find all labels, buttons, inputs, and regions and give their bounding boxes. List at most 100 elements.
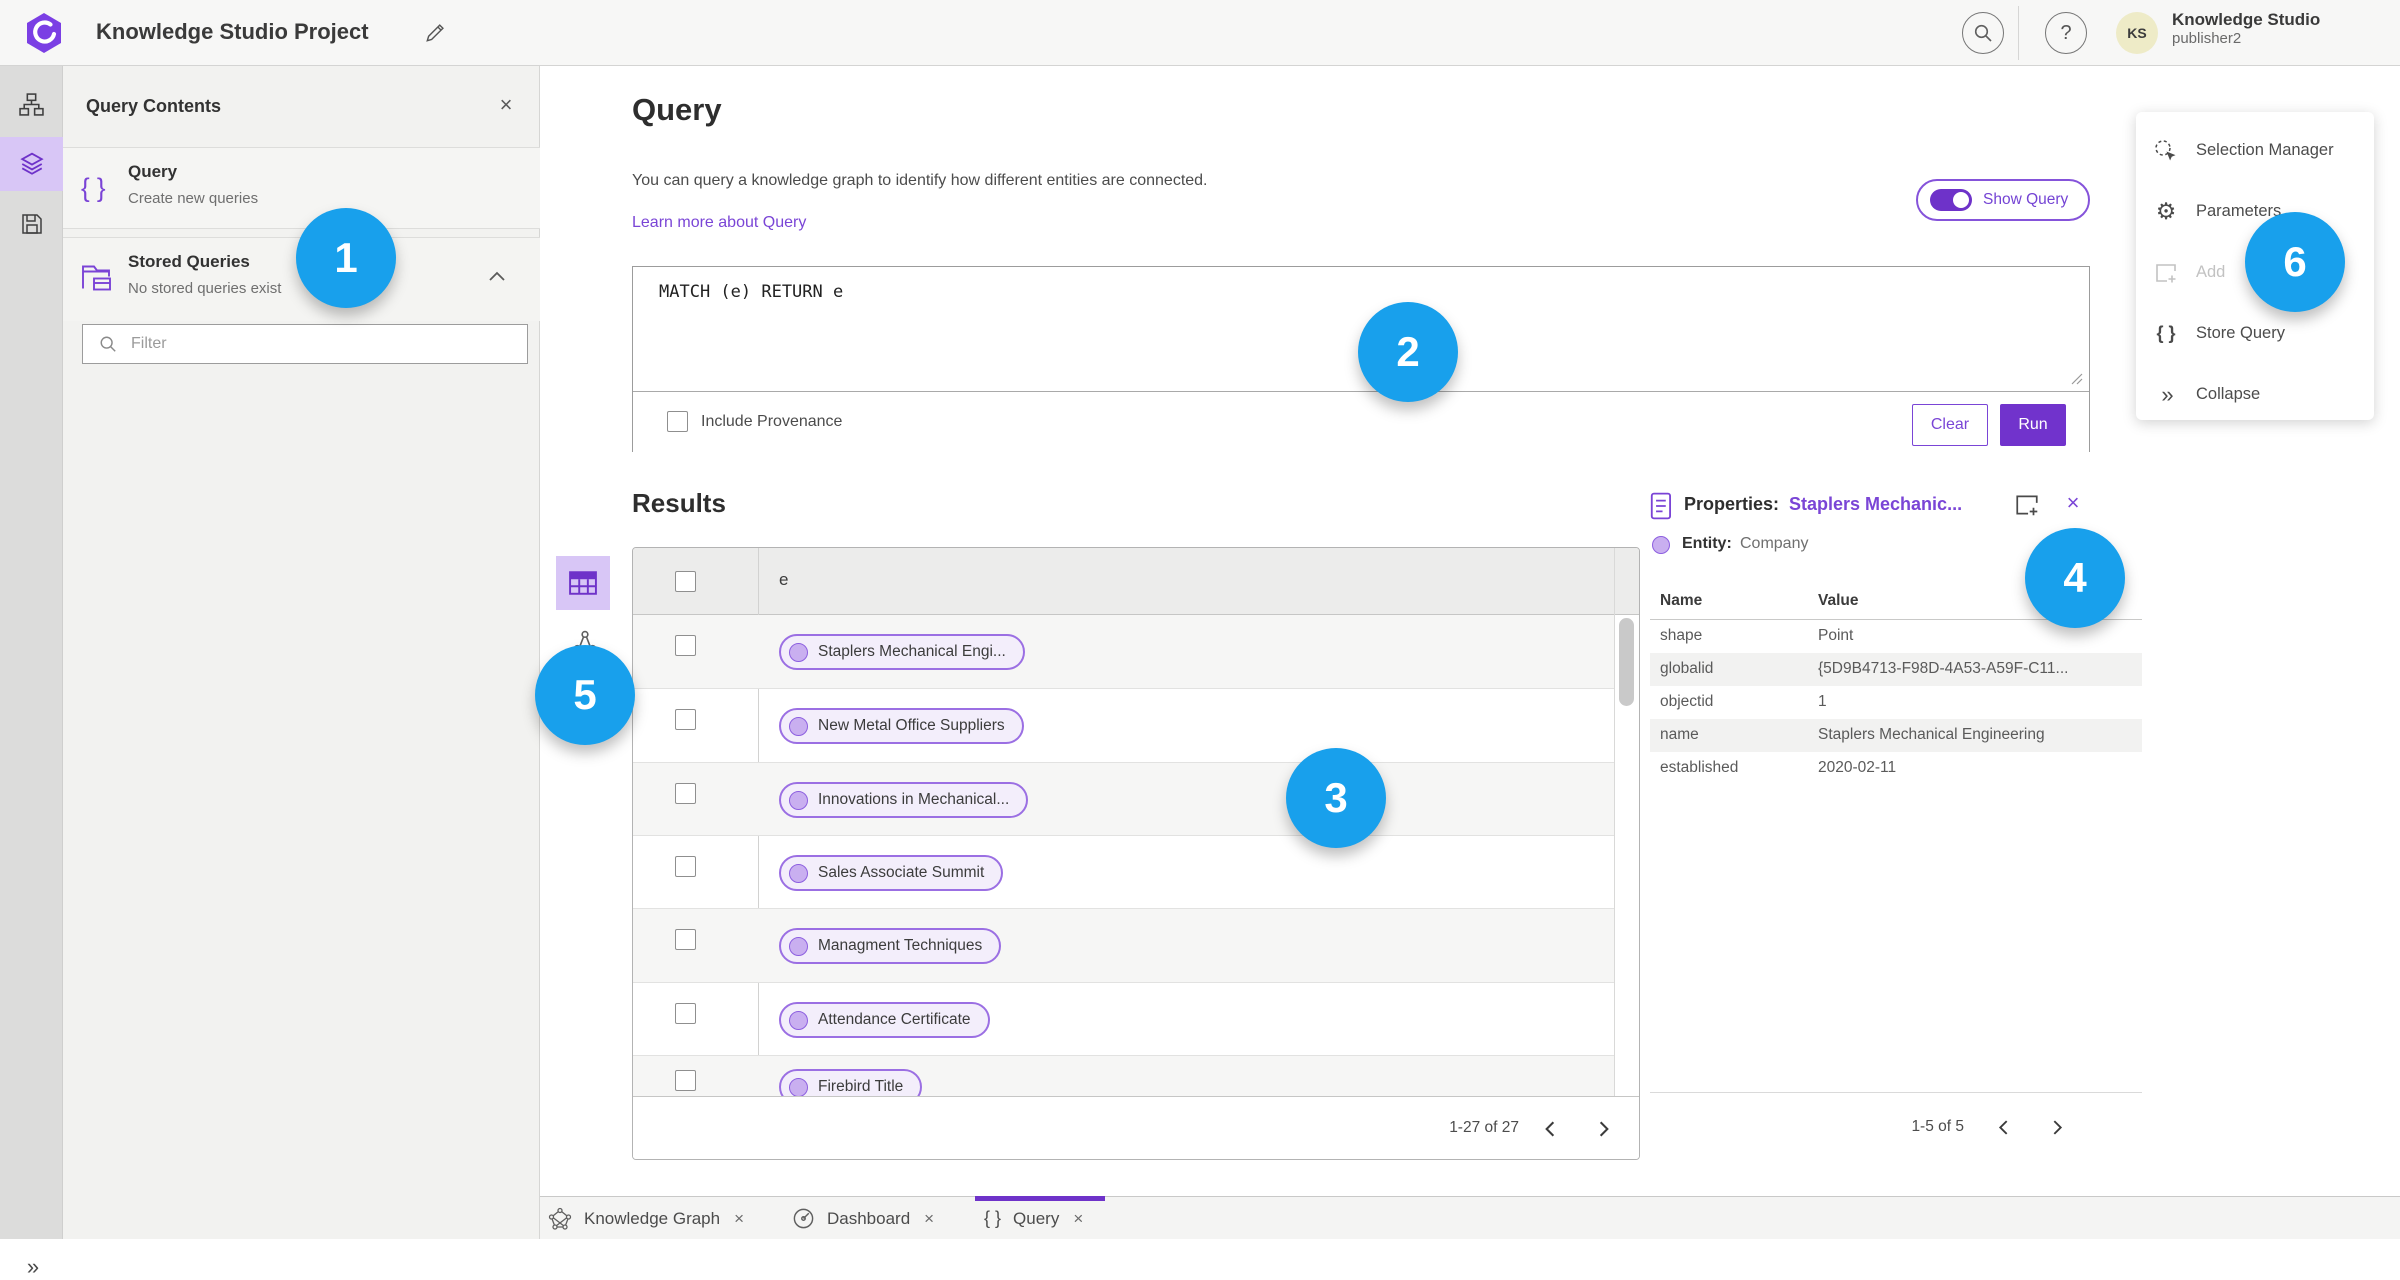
row-checkbox[interactable] (675, 1070, 696, 1091)
entity-pill[interactable]: Attendance Certificate (779, 1002, 990, 1038)
callout-2: 2 (1358, 302, 1458, 402)
scrollbar-track (1614, 548, 1615, 1096)
table-row: Firebird Title (633, 1056, 1614, 1105)
menu-item-store-query[interactable]: { } Store Query (2136, 303, 2374, 364)
properties-header: Properties: Staplers Mechanic... × (1650, 488, 2142, 528)
properties-page-icon (1650, 492, 1674, 525)
menu-item-collapse[interactable]: » Collapse (2136, 364, 2374, 425)
row-checkbox[interactable] (675, 635, 696, 656)
value-column-header: Value (1818, 592, 1859, 609)
row-checkbox[interactable] (675, 856, 696, 877)
add-icon (2153, 261, 2179, 285)
properties-footer-divider (1650, 1092, 2142, 1093)
bottom-tab-bar: Knowledge Graph × Dashboard × { } Query … (540, 1196, 2400, 1239)
tab-dashboard[interactable]: Dashboard × (792, 1197, 934, 1240)
entity-dot-icon (789, 863, 808, 883)
previous-page-button[interactable] (1533, 1112, 1567, 1146)
braces-icon: { } (2156, 323, 2176, 343)
row-checkbox[interactable] (675, 709, 696, 730)
rail-collapse-button[interactable]: » (0, 1254, 63, 1280)
entity-pill[interactable]: New Metal Office Suppliers (779, 708, 1024, 744)
previous-page-button[interactable] (1986, 1110, 2020, 1144)
rail-save-button[interactable] (0, 197, 63, 251)
edit-title-icon[interactable] (424, 22, 446, 49)
callout-4: 4 (2025, 528, 2125, 628)
dashboard-icon (793, 1208, 814, 1229)
account-info[interactable]: Knowledge Studio publisher2 (2172, 10, 2320, 48)
table-row: Staplers Mechanical Engi... (633, 615, 1614, 689)
rail-data-model-button[interactable] (0, 77, 63, 131)
entity-pill[interactable]: Innovations in Mechanical... (779, 782, 1029, 818)
close-tab-icon[interactable]: × (734, 1209, 744, 1229)
table-row: Managment Techniques (633, 909, 1614, 983)
results-table: e Staplers Mechanical Engi... New Metal … (632, 547, 1640, 1160)
property-row[interactable]: objectid 1 (1650, 686, 2142, 719)
results-pagination: 1-27 of 27 (633, 1096, 1639, 1159)
stored-queries-label: Stored Queries (128, 252, 250, 271)
entity-pill[interactable]: Sales Associate Summit (779, 855, 1004, 891)
properties-close-icon[interactable]: × (2060, 490, 2086, 516)
query-description: You can query a knowledge graph to ident… (632, 172, 1208, 189)
include-provenance-option[interactable]: Include Provenance (667, 411, 842, 432)
run-button[interactable]: Run (2000, 404, 2066, 446)
next-page-button[interactable] (2040, 1110, 2074, 1144)
properties-entity-link[interactable]: Staplers Mechanic... (1789, 494, 1962, 515)
callout-1: 1 (296, 208, 396, 308)
clear-button[interactable]: Clear (1912, 404, 1988, 446)
next-page-button[interactable] (1587, 1112, 1621, 1146)
table-view-button[interactable] (556, 556, 610, 610)
table-row: New Metal Office Suppliers (633, 689, 1614, 763)
row-checkbox[interactable] (675, 1003, 696, 1024)
show-query-toggle[interactable]: Show Query (1916, 179, 2090, 221)
close-tab-icon[interactable]: × (1073, 1209, 1083, 1229)
select-all-checkbox[interactable] (675, 571, 696, 592)
row-checkbox[interactable] (675, 783, 696, 804)
column-header-e: e (779, 570, 789, 589)
entity-pill[interactable]: Managment Techniques (779, 928, 1002, 964)
rail-layers-button[interactable] (0, 137, 63, 191)
entity-pill[interactable]: Staplers Mechanical Engi... (779, 634, 1025, 670)
menu-item-selection-manager[interactable]: Selection Manager (2136, 120, 2374, 181)
table-icon (569, 571, 597, 595)
table-row: Attendance Certificate (633, 983, 1614, 1056)
help-button[interactable]: ? (2045, 12, 2087, 54)
tab-query[interactable]: { } Query × (984, 1197, 1083, 1240)
chevron-left-icon (1545, 1121, 1555, 1137)
panel-item-query[interactable]: { } Query Create new queries (63, 147, 540, 229)
entity-dot-icon (789, 936, 808, 956)
entity-dot-icon (789, 642, 808, 662)
chevron-left-icon (1998, 1119, 2007, 1135)
entity-label: Entity: (1682, 535, 1732, 552)
property-row[interactable]: globalid {5D9B4713-F98D-4A53-A59F-C11... (1650, 653, 2142, 686)
scrollbar-thumb[interactable] (1619, 618, 1634, 706)
panel-close-icon[interactable]: × (492, 92, 520, 118)
collapse-section-icon[interactable] (488, 270, 506, 288)
filter-input[interactable] (131, 335, 511, 353)
property-row[interactable]: established 2020-02-11 (1650, 752, 2142, 785)
add-to-link-chart-icon[interactable] (2014, 492, 2040, 523)
query-editor[interactable]: MATCH (e) RETURN e (659, 282, 843, 302)
include-provenance-checkbox[interactable] (667, 411, 688, 432)
chevron-right-icon (2053, 1119, 2062, 1135)
results-page-range: 1-27 of 27 (1449, 1119, 1519, 1136)
editor-footer: Include Provenance Clear Run (633, 392, 2089, 453)
callout-5: 5 (535, 645, 635, 745)
user-avatar[interactable]: KS (2116, 12, 2158, 54)
row-checkbox[interactable] (675, 929, 696, 950)
toggle-switch[interactable] (1930, 189, 1972, 211)
entity-type: Company (1740, 535, 1809, 552)
callout-3: 3 (1286, 748, 1386, 848)
selection-manager-icon (2153, 139, 2179, 163)
table-row: Innovations in Mechanical... (633, 763, 1614, 836)
resize-handle-icon[interactable] (2069, 371, 2083, 390)
tab-knowledge-graph[interactable]: Knowledge Graph × (548, 1197, 744, 1240)
filter-search-icon (100, 336, 116, 352)
filter-field (82, 324, 528, 364)
double-chevron-right-icon: » (2161, 381, 2173, 407)
learn-more-link[interactable]: Learn more about Query (632, 214, 806, 232)
left-icon-rail: » (0, 66, 63, 1279)
search-button[interactable] (1962, 12, 2004, 54)
close-tab-icon[interactable]: × (924, 1209, 934, 1229)
property-row[interactable]: name Staplers Mechanical Engineering (1650, 719, 2142, 752)
app-logo-icon (22, 11, 66, 60)
